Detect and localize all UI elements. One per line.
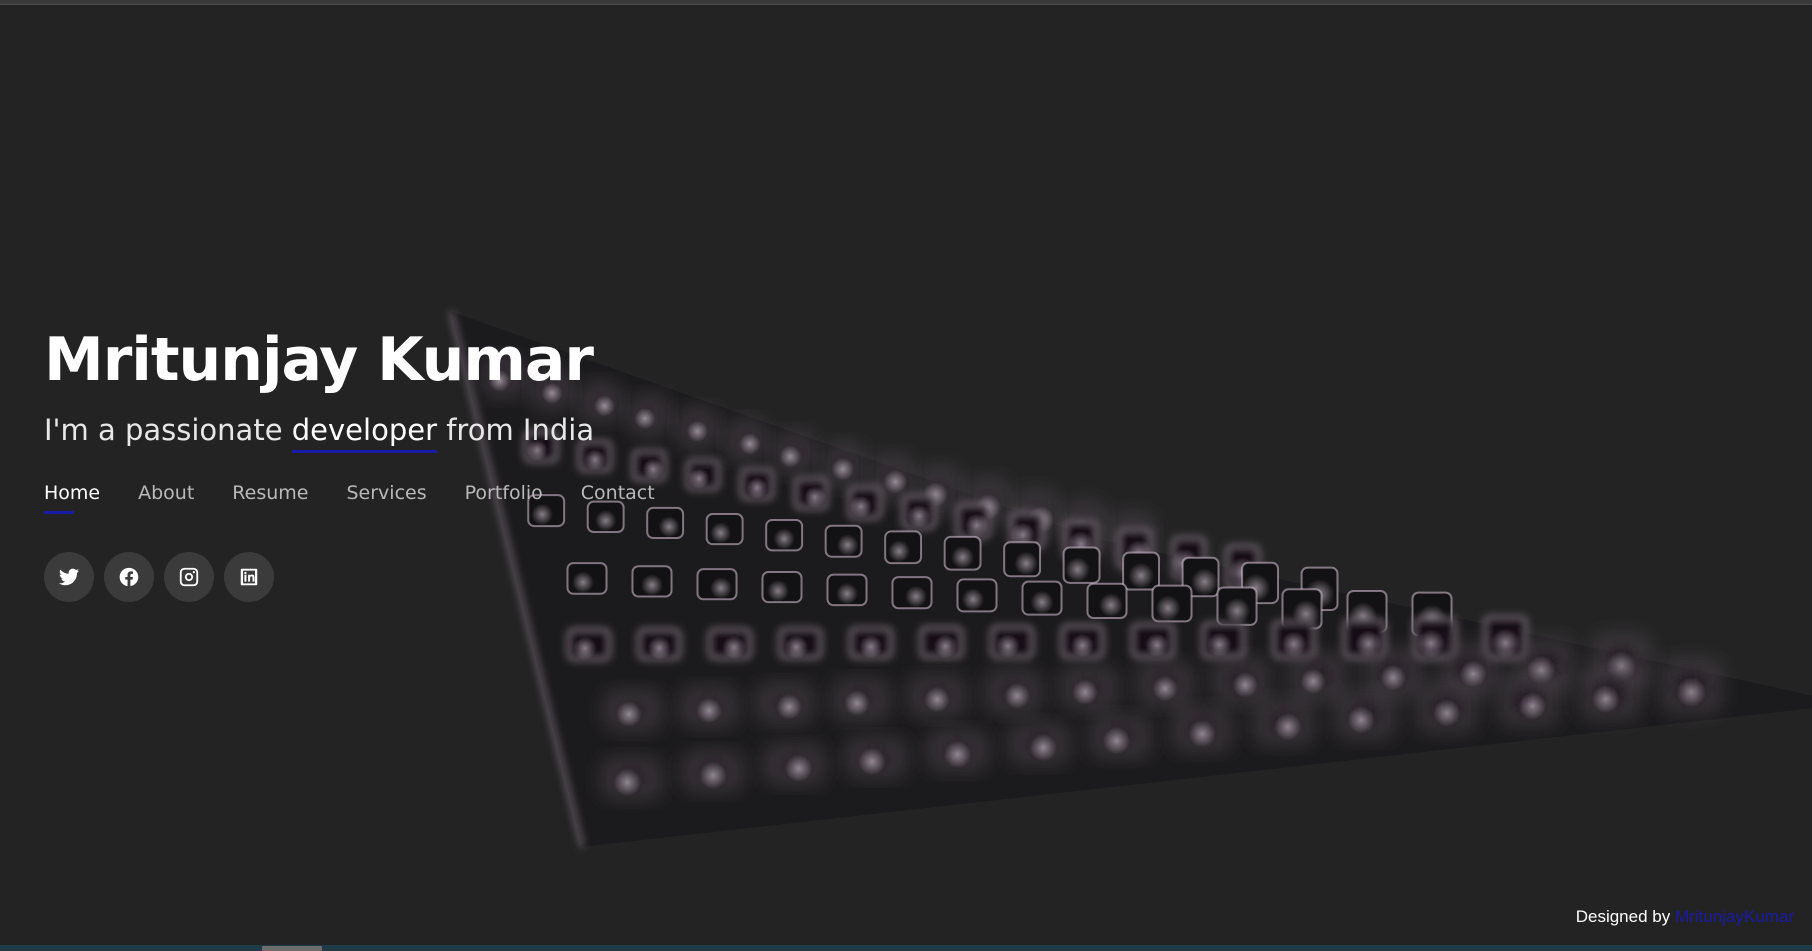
facebook-icon	[119, 567, 139, 587]
twitter-icon	[58, 568, 80, 586]
nav-item-portfolio[interactable]: Portfolio	[465, 482, 543, 510]
tagline-suffix: from India	[437, 413, 595, 447]
nav-item-resume[interactable]: Resume	[232, 482, 308, 510]
facebook-button[interactable]	[104, 552, 154, 602]
instagram-button[interactable]	[164, 552, 214, 602]
hero-section: Mritunjay Kumar I'm a passionate develop…	[44, 318, 655, 602]
social-links	[44, 552, 655, 602]
linkedin-icon	[240, 568, 258, 586]
hero-tagline: I'm a passionate developer from India	[44, 410, 655, 453]
main-nav: Home About Resume Services Portfolio Con…	[44, 482, 655, 514]
credits-author-link[interactable]: MritunjayKumar	[1675, 907, 1794, 926]
tagline-typed-word: developer	[291, 413, 437, 453]
scrollbar-thumb[interactable]	[262, 946, 322, 951]
twitter-button[interactable]	[44, 552, 94, 602]
nav-item-services[interactable]: Services	[346, 482, 426, 510]
horizontal-scrollbar[interactable]	[0, 945, 1812, 951]
tagline-prefix: I'm a passionate	[44, 413, 292, 447]
hero-name: Mritunjay Kumar	[44, 325, 594, 395]
nav-item-about[interactable]: About	[138, 482, 194, 510]
hero-page: Mritunjay Kumar I'm a passionate develop…	[0, 0, 1812, 951]
footer-credits: Designed by MritunjayKumar	[1576, 907, 1794, 927]
nav-item-home[interactable]: Home	[44, 482, 100, 514]
instagram-icon	[179, 567, 199, 587]
credits-prefix: Designed by	[1575, 907, 1675, 926]
linkedin-button[interactable]	[224, 552, 274, 602]
nav-item-contact[interactable]: Contact	[581, 482, 655, 510]
